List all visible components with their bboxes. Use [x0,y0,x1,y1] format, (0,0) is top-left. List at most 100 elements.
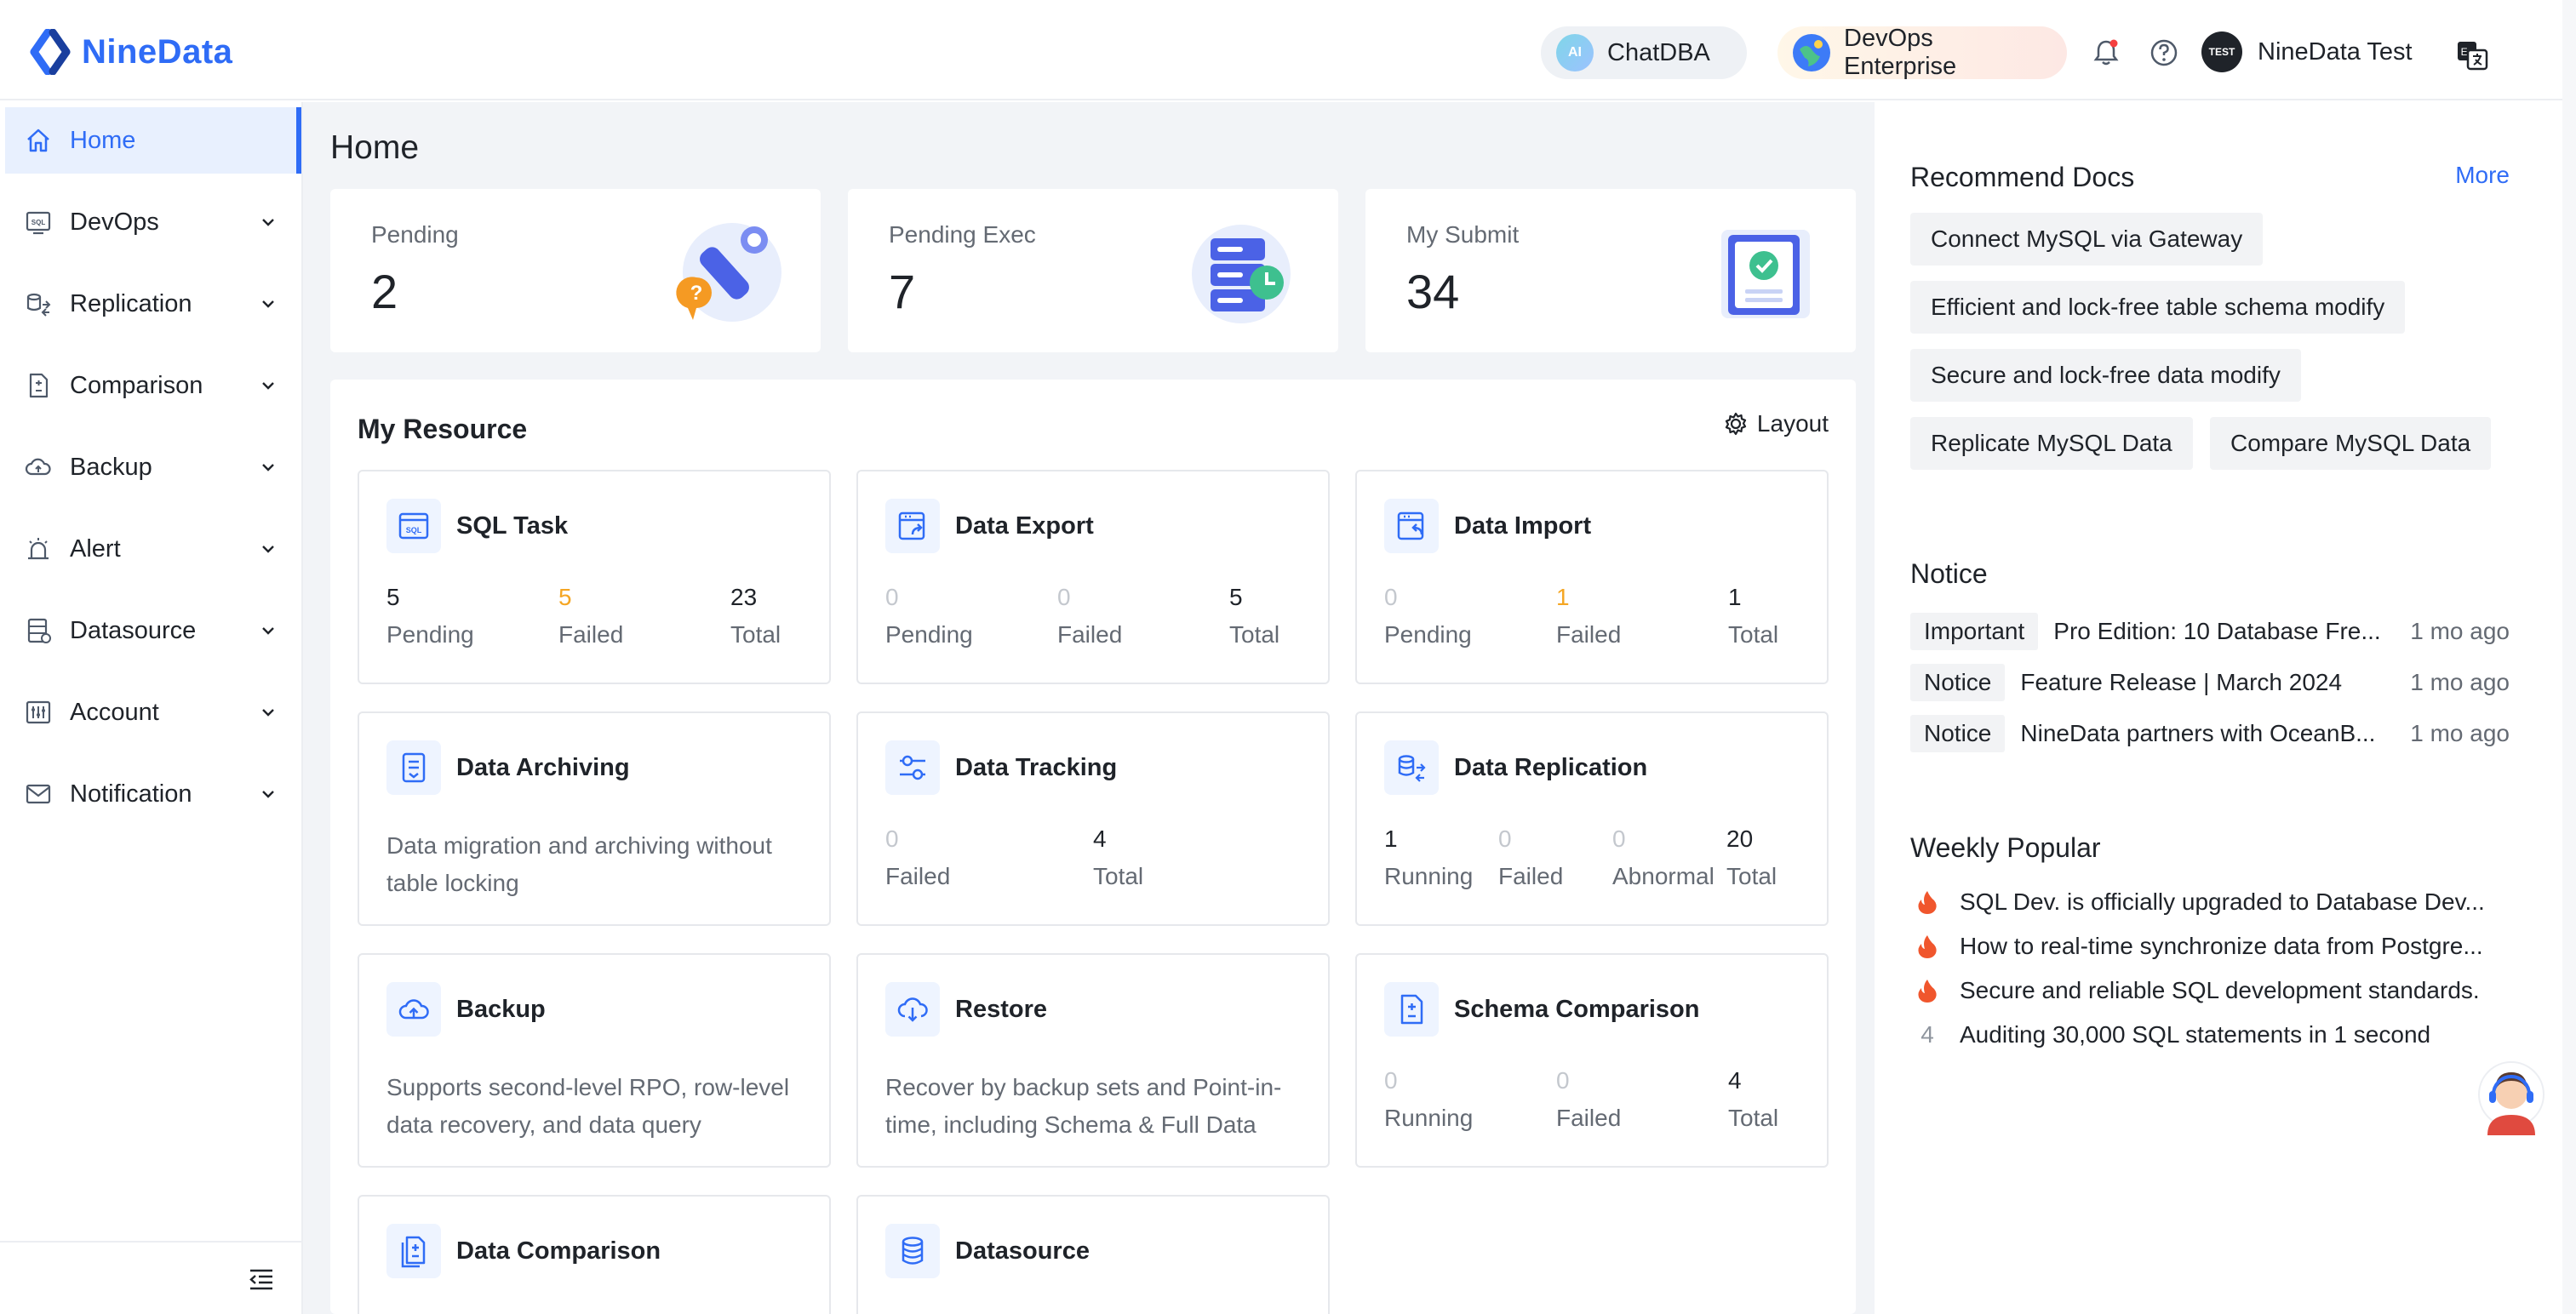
doc-link[interactable]: Replicate MySQL Data [1910,417,2193,470]
stat-card-pending[interactable]: Pending 2 ? [330,189,821,352]
tile-title: Data Archiving [456,753,630,781]
chevron-down-icon [262,546,274,553]
chevron-down-icon [262,300,274,308]
tile-title: Data Tracking [955,753,1118,781]
tile-title: Restore [955,995,1047,1023]
sidebar: Home SQL DevOps Replication Comparison B… [0,102,303,1314]
user-menu[interactable]: TEST NineData Test [2201,31,2413,73]
tile-data-export[interactable]: Data Export 0 Pending 0 Failed 5 Total [856,470,1330,684]
chevron-down-icon [262,464,274,471]
popular-text: SQL Dev. is officially upgraded to Datab… [1960,888,2485,915]
metric-label: Running [1384,1105,1474,1131]
notice-text: NineData partners with OceanB... [2020,720,2376,746]
tile-restore[interactable]: Restore Recover by backup sets and Point… [856,953,1330,1168]
data-tracking-icon [885,740,940,795]
tile-sql-task[interactable]: SQL SQL Task 5 Pending 5 Failed 23 Total [358,470,831,684]
support-agent-icon[interactable] [2477,1060,2545,1139]
doc-link[interactable]: Secure and lock-free data modify [1910,349,2301,402]
metric-label: Total [1093,863,1144,889]
tile-title: Backup [456,995,546,1023]
notice-tag: Notice [1910,715,2006,752]
tile-data-tracking[interactable]: Data Tracking 0 Failed 4 Total [856,711,1330,926]
notice-item[interactable]: Notice Feature Release | March 2024 1 mo… [1910,664,2510,701]
tile-title: Data Export [955,511,1094,540]
sidebar-item-alert[interactable]: Alert [5,516,301,582]
language-switch-icon[interactable]: En [2455,37,2489,71]
metric-value: 5 [1229,584,1243,610]
doc-link[interactable]: Connect MySQL via Gateway [1910,213,2264,266]
stat-label: Pending Exec [889,221,1036,248]
metric-label: Failed [885,863,951,889]
notice-item[interactable]: Notice NineData partners with OceanB... … [1910,715,2510,752]
comparison-icon [29,373,49,398]
metric-value: 4 [1093,826,1107,852]
server-clock-icon [1192,225,1291,323]
metric-label: Failed [1057,621,1123,648]
chatdba-button[interactable]: AI ChatDBA [1541,26,1747,79]
cloud-backup-icon [25,458,51,476]
datasource-icon [27,618,51,643]
popular-text: Secure and reliable SQL development stan… [1960,977,2480,1003]
tile-data-comparison[interactable]: Data Comparison [358,1195,831,1314]
tile-data-replication[interactable]: Data Replication 1 Running 0 Failed 0 Abnor… [1355,711,1829,926]
metric-label: Failed [558,621,624,648]
doc-link[interactable]: Efficient and lock-free table schema mod… [1910,281,2406,334]
popular-item[interactable]: Secure and reliable SQL development stan… [1910,972,2510,1009]
tile-title: Datasource [955,1237,1090,1265]
metric-value: 1 [1556,584,1570,610]
fire-icon [1918,935,1937,958]
metric-value: 0 [1556,1067,1570,1094]
ninedata-logo-icon [30,29,71,75]
tile-backup[interactable]: Backup Supports second-level RPO, row-le… [358,953,831,1168]
database-icon [885,1224,940,1278]
sidebar-item-home[interactable]: Home [5,107,301,174]
metric-value: 1 [1384,826,1398,852]
data-archiving-icon [386,740,441,795]
help-icon[interactable] [2149,37,2179,68]
layout-button[interactable]: Layout [1723,410,1829,437]
tile-data-archiving[interactable]: Data Archiving Data migration and archiv… [358,711,831,926]
sidebar-item-account[interactable]: Account [5,679,301,746]
popular-item[interactable]: 4 Auditing 30,000 SQL statements in 1 se… [1910,1016,2510,1054]
fire-icon [1918,980,1937,1003]
notice-time: 1 mo ago [2410,669,2510,695]
sidebar-item-replication[interactable]: Replication [5,271,301,337]
sidebar-item-datasource[interactable]: Datasource [5,597,301,664]
layout-label: Layout [1756,410,1829,437]
metric-label: Pending [386,621,474,648]
tile-data-import[interactable]: Data Import 0 Pending 1 Failed 1 Total [1355,470,1829,684]
doc-link[interactable]: Compare MySQL Data [2210,417,2492,470]
stat-card-my-submit[interactable]: My Submit 34 [1365,189,1856,352]
sidebar-item-backup[interactable]: Backup [5,434,301,500]
tile-title: Data Import [1454,511,1592,540]
sidebar-item-label: DevOps [70,208,159,236]
tile-datasource[interactable]: Datasource [856,1195,1330,1314]
sidebar-item-devops[interactable]: SQL DevOps [5,189,301,255]
sidebar-item-label: Replication [70,289,192,317]
metric-label: Total [1728,1105,1779,1131]
bell-icon[interactable] [2091,37,2121,68]
page-scrollbar[interactable] [2562,0,2576,1314]
card-title: Notice [1910,558,1988,589]
popular-text: Auditing 30,000 SQL statements in 1 seco… [1960,1021,2431,1048]
metric-label: Total [730,621,781,648]
metric-value: 0 [1384,584,1398,610]
svg-text:SQL: SQL [406,526,422,534]
popular-item[interactable]: How to real-time synchronize data from P… [1910,928,2510,965]
edition-badge[interactable]: DevOps Enterprise [1777,25,2067,80]
collapse-menu-icon[interactable] [247,1265,276,1294]
popular-item[interactable]: SQL Dev. is officially upgraded to Datab… [1910,883,2510,921]
notice-item[interactable]: Important Pro Edition: 10 Database Fre..… [1910,613,2510,650]
tile-schema-comparison[interactable]: Schema Comparison 0 Running 0 Failed 4 Tota… [1355,953,1829,1168]
notice-card: Notice Important Pro Edition: 10 Databas… [1883,526,2537,822]
sidebar-item-notification[interactable]: Notification [5,761,301,827]
stat-card-pending-exec[interactable]: Pending Exec 7 [848,189,1338,352]
data-import-icon [1384,499,1439,553]
alarm-icon [28,538,49,560]
sidebar-item-comparison[interactable]: Comparison [5,352,301,419]
more-link[interactable]: More [2455,162,2510,189]
metric-label: Failed [1498,863,1564,889]
data-comparison-icon [386,1224,441,1278]
mail-icon [26,784,51,804]
brand-logo[interactable]: NineData [29,26,232,78]
